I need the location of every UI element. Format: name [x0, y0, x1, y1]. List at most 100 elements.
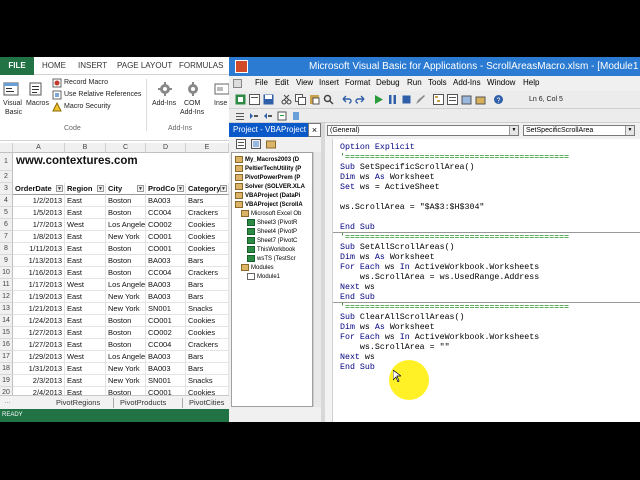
- reset-icon[interactable]: [401, 94, 412, 105]
- code-line[interactable]: ws.ScrollArea = ws.UsedRange.Address: [340, 273, 539, 282]
- table-cell[interactable]: West: [65, 219, 106, 231]
- row-number[interactable]: 9: [0, 255, 13, 267]
- undo-icon[interactable]: [341, 94, 352, 105]
- column-heading-cell[interactable]: Category ▼: [186, 183, 229, 195]
- save-icon[interactable]: [263, 94, 274, 105]
- break-icon[interactable]: [387, 94, 398, 105]
- close-project-pane-button[interactable]: ×: [308, 123, 321, 137]
- code-line[interactable]: For Each ws In ActiveWorkbook.Worksheets: [340, 333, 539, 342]
- table-cell[interactable]: Boston: [106, 195, 146, 207]
- row-number[interactable]: 10: [0, 267, 13, 279]
- table-cell[interactable]: New York: [106, 363, 146, 375]
- table-cell[interactable]: BA003: [146, 255, 186, 267]
- code-line[interactable]: ws.ScrollArea = "": [340, 343, 450, 352]
- project-tree[interactable]: My_Macros2003 (D PeltierTechUtility (P Piv…: [231, 152, 313, 407]
- site-title-cell[interactable]: www.contextures.com: [16, 155, 138, 167]
- table-cell[interactable]: Bars: [186, 291, 229, 303]
- row-number[interactable]: 11: [0, 279, 13, 291]
- row-number[interactable]: 13: [0, 303, 13, 315]
- code-line[interactable]: Set ws = ActiveSheet: [340, 183, 440, 192]
- filter-dropdown-icon[interactable]: ▼: [177, 185, 184, 192]
- table-cell[interactable]: Boston: [106, 339, 146, 351]
- list-properties-icon[interactable]: [235, 111, 245, 121]
- code-editor[interactable]: Option Explicit '========================…: [325, 139, 640, 422]
- table-cell[interactable]: CC004: [146, 267, 186, 279]
- row-number[interactable]: 3: [0, 183, 13, 195]
- menu-format[interactable]: Format: [345, 78, 370, 87]
- table-cell[interactable]: SN001: [146, 375, 186, 387]
- help-icon[interactable]: ?: [493, 94, 504, 105]
- table-cell[interactable]: SN001: [146, 303, 186, 315]
- run-icon[interactable]: [373, 94, 384, 105]
- view-object-icon[interactable]: [251, 139, 261, 149]
- table-cell[interactable]: 1/24/2013: [13, 315, 65, 327]
- view-excel-icon[interactable]: [235, 94, 246, 105]
- filter-dropdown-icon[interactable]: ▼: [56, 185, 63, 192]
- column-heading-cell[interactable]: ProdCo ▼: [146, 183, 186, 195]
- table-cell[interactable]: 1/27/2013: [13, 339, 65, 351]
- table-cell[interactable]: New York: [106, 231, 146, 243]
- toggle-folders-icon[interactable]: [266, 139, 276, 149]
- table-cell[interactable]: 1/21/2013: [13, 303, 65, 315]
- code-line[interactable]: Option Explicit: [340, 143, 415, 152]
- row-number[interactable]: 2: [0, 171, 13, 183]
- table-cell[interactable]: New York: [106, 291, 146, 303]
- menu-tools[interactable]: Tools: [428, 78, 447, 87]
- find-icon[interactable]: [323, 94, 334, 105]
- table-cell[interactable]: 1/31/2013: [13, 363, 65, 375]
- table-cell[interactable]: 1/19/2013: [13, 291, 65, 303]
- tree-item[interactable]: Solver (SOLVER.XLA: [235, 183, 305, 190]
- tab-formulas[interactable]: FORMULAS: [179, 57, 223, 75]
- row-number[interactable]: 6: [0, 219, 13, 231]
- redo-icon[interactable]: [355, 94, 366, 105]
- row-number[interactable]: 12: [0, 291, 13, 303]
- tree-item[interactable]: Sheet3 (PivotR: [247, 219, 297, 226]
- table-cell[interactable]: Cookies: [186, 327, 229, 339]
- tree-item[interactable]: My_Macros2003 (D: [235, 156, 299, 163]
- table-cell[interactable]: West: [65, 351, 106, 363]
- filter-dropdown-icon[interactable]: ▼: [137, 185, 144, 192]
- table-cell[interactable]: New York: [106, 375, 146, 387]
- table-cell[interactable]: Snacks: [186, 375, 229, 387]
- column-header[interactable]: E: [186, 143, 229, 153]
- code-line[interactable]: ws.ScrollArea = "$A$3:$H$304": [340, 203, 484, 212]
- tree-item[interactable]: Sheet7 (PivotC: [247, 237, 297, 244]
- code-line[interactable]: '=======================================…: [340, 303, 569, 312]
- table-cell[interactable]: East: [65, 267, 106, 279]
- tree-item[interactable]: ThisWorkbook: [247, 246, 295, 253]
- row-number[interactable]: 20: [0, 387, 13, 395]
- table-cell[interactable]: East: [65, 243, 106, 255]
- menu-add-ins[interactable]: Add-Ins: [453, 78, 481, 87]
- row-number[interactable]: 1: [0, 153, 13, 171]
- design-mode-icon[interactable]: [415, 94, 426, 105]
- menu-view[interactable]: View: [296, 78, 313, 87]
- row-number[interactable]: 8: [0, 243, 13, 255]
- table-cell[interactable]: Los Angele: [106, 351, 146, 363]
- row-number[interactable]: 18: [0, 363, 13, 375]
- table-cell[interactable]: East: [65, 303, 106, 315]
- tree-item[interactable]: PeltierTechUtility (P: [235, 165, 301, 172]
- ellipsis-icon[interactable]: …: [4, 398, 11, 405]
- table-cell[interactable]: Boston: [106, 255, 146, 267]
- column-heading-cell[interactable]: City ▼: [106, 183, 146, 195]
- table-cell[interactable]: East: [65, 195, 106, 207]
- view-code-icon[interactable]: [236, 139, 246, 149]
- menu-insert[interactable]: Insert: [319, 78, 339, 87]
- tree-item[interactable]: Sheet4 (PivotP: [247, 228, 297, 235]
- table-cell[interactable]: East: [65, 387, 106, 395]
- cut-icon[interactable]: [281, 94, 292, 105]
- column-header[interactable]: C: [106, 143, 146, 153]
- procedure-combo[interactable]: SetSpecificScrollArea ▼: [523, 125, 635, 136]
- code-margin-indicator[interactable]: [325, 139, 333, 422]
- table-cell[interactable]: BA003: [146, 363, 186, 375]
- row-number[interactable]: 7: [0, 231, 13, 243]
- tree-item[interactable]: PivotPowerPrem (P: [235, 174, 300, 181]
- table-cell[interactable]: West: [65, 279, 106, 291]
- table-cell[interactable]: 1/16/2013: [13, 267, 65, 279]
- table-cell[interactable]: Cookies: [186, 243, 229, 255]
- table-cell[interactable]: East: [65, 315, 106, 327]
- table-cell[interactable]: Boston: [106, 267, 146, 279]
- filter-dropdown-icon[interactable]: ▼: [220, 185, 227, 192]
- code-line[interactable]: For Each ws In ActiveWorkbook.Worksheets: [340, 263, 539, 272]
- tab-file[interactable]: FILE: [0, 57, 34, 75]
